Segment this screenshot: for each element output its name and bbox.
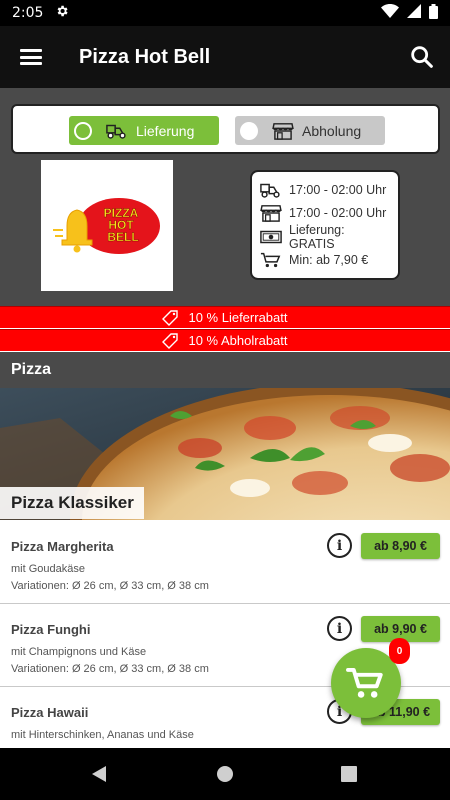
pizza-hero-image: Pizza Klassiker bbox=[0, 388, 450, 520]
restaurant-logo: PIZZA HOT BELL bbox=[41, 160, 173, 291]
product-variations: Variationen: Ø 26 cm, Ø 33 cm, Ø 38 cm bbox=[11, 663, 209, 675]
delivery-discount-text: 10 % Lieferrabatt bbox=[188, 310, 288, 325]
delivery-hours-row: 17:00 - 02:00 Uhr bbox=[260, 178, 390, 202]
back-icon bbox=[92, 766, 106, 782]
product-name: Pizza Hawaii bbox=[11, 705, 89, 720]
restaurant-info-panel: Lieferung Abholung PIZZA HOT BELL 17:00 … bbox=[0, 88, 450, 306]
search-icon bbox=[411, 46, 433, 68]
app-bar: Pizza Hot Bell bbox=[0, 26, 450, 88]
wifi-icon bbox=[381, 4, 399, 22]
cart-count-badge: 0 bbox=[389, 638, 410, 664]
delivery-hours: 17:00 - 02:00 Uhr bbox=[289, 182, 387, 197]
price-button[interactable]: ab 8,90 € bbox=[361, 533, 440, 559]
app-screen: 2:05 Pizza Hot Bell Lieferung Abholung P… bbox=[0, 0, 450, 800]
delivery-discount-banner: 10 % Lieferrabatt bbox=[0, 306, 450, 328]
pickup-hours: 17:00 - 02:00 Uhr bbox=[289, 206, 387, 221]
product-item[interactable]: Pizza Margherita mit Goudakäse Variation… bbox=[0, 521, 450, 604]
info-icon[interactable]: i bbox=[327, 616, 352, 641]
hamburger-icon bbox=[20, 49, 42, 65]
gear-icon bbox=[55, 4, 69, 22]
home-icon bbox=[217, 766, 233, 782]
menu-button[interactable] bbox=[0, 26, 62, 88]
delivery-fee: Lieferung: GRATIS bbox=[289, 222, 345, 251]
pickup-label: Abholung bbox=[302, 122, 362, 139]
delivery-scooter-icon bbox=[106, 124, 126, 139]
order-type-toggle: Lieferung Abholung bbox=[11, 104, 440, 154]
delivery-fee-row: Lieferung: GRATIS bbox=[260, 222, 390, 251]
delivery-label: Lieferung bbox=[136, 122, 195, 139]
product-description: mit Hinterschinken, Ananas und Käse bbox=[11, 729, 194, 741]
delivery-radio[interactable] bbox=[74, 121, 92, 140]
product-name: Pizza Funghi bbox=[11, 622, 91, 637]
cart-icon bbox=[260, 253, 281, 268]
logo-text-3: BELL bbox=[107, 230, 138, 244]
tag-icon bbox=[162, 309, 179, 326]
tag-icon bbox=[162, 332, 179, 349]
min-order: Min: ab 7,90 € bbox=[289, 253, 369, 268]
product-description: mit Goudakäse bbox=[11, 563, 85, 575]
status-time: 2:05 bbox=[12, 5, 44, 21]
cart-icon bbox=[346, 667, 383, 698]
pickup-discount-banner: 10 % Abholrabatt bbox=[0, 329, 450, 351]
product-description: mit Champignons und Käse bbox=[11, 646, 147, 658]
shop-icon bbox=[272, 122, 294, 140]
recents-icon bbox=[341, 766, 357, 782]
min-order-row: Min: ab 7,90 € bbox=[260, 249, 390, 273]
shop-icon bbox=[260, 205, 282, 223]
status-bar: 2:05 bbox=[0, 0, 450, 26]
system-nav-bar bbox=[0, 748, 450, 800]
hours-card: 17:00 - 02:00 Uhr 17:00 - 02:00 Uhr Lief… bbox=[250, 170, 400, 280]
pickup-discount-text: 10 % Abholrabatt bbox=[188, 333, 288, 348]
pickup-radio[interactable] bbox=[240, 121, 258, 140]
pickup-option[interactable]: Abholung bbox=[235, 116, 385, 145]
money-icon bbox=[260, 230, 282, 243]
signal-icon bbox=[407, 4, 421, 22]
info-icon[interactable]: i bbox=[327, 533, 352, 558]
search-button[interactable] bbox=[408, 43, 436, 71]
product-name: Pizza Margherita bbox=[11, 539, 114, 554]
delivery-option[interactable]: Lieferung bbox=[69, 116, 219, 145]
pickup-hours-row: 17:00 - 02:00 Uhr bbox=[260, 202, 390, 226]
delivery-scooter-icon bbox=[260, 183, 280, 198]
category-header: Pizza bbox=[0, 352, 450, 388]
product-variations: Variationen: Ø 26 cm, Ø 33 cm, Ø 38 cm bbox=[11, 580, 209, 592]
subcategory-title: Pizza Klassiker bbox=[0, 487, 144, 519]
battery-icon bbox=[429, 3, 438, 23]
app-title: Pizza Hot Bell bbox=[79, 45, 211, 68]
